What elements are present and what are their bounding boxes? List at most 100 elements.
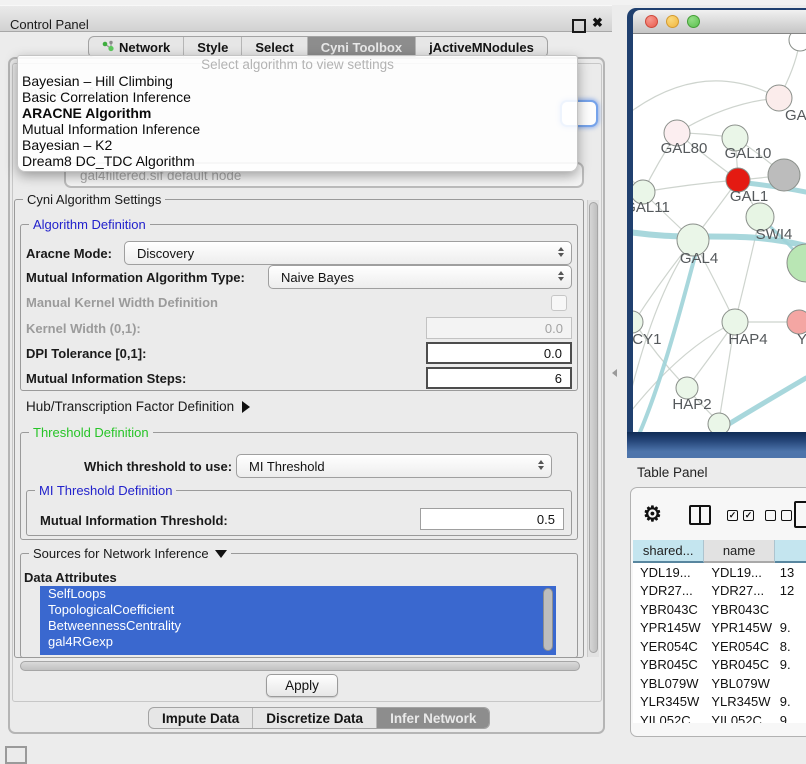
table-cell: 8. xyxy=(775,639,806,654)
table-row[interactable]: YDL19...YDL19...13 xyxy=(633,563,806,582)
checked-boxes-icon[interactable]: ✓✓ xyxy=(727,510,754,521)
tab-style[interactable]: Style xyxy=(184,37,242,57)
tab-jactivemnodules[interactable]: jActiveMNodules xyxy=(416,37,547,57)
table-row[interactable]: YDR27...YDR27...12 xyxy=(633,582,806,601)
network-window[interactable]: GALGAL80GAL10GAL1GAL11SWI4GAL4GCY1HAP4YH… xyxy=(627,8,806,432)
node-label-Y: Y xyxy=(797,331,806,348)
network-node[interactable] xyxy=(789,34,806,51)
table-cell: 9. xyxy=(775,694,806,709)
algorithm-option[interactable]: Mutual Information Inference xyxy=(18,121,577,137)
algorithm-option[interactable]: Bayesian – K2 xyxy=(18,137,577,153)
mi-threshold-label: Mutual Information Threshold: xyxy=(40,513,228,528)
attribute-item[interactable]: TopologicalCoefficient xyxy=(40,602,556,618)
table-cell: YDL19... xyxy=(704,565,774,580)
column-header-shared[interactable]: shared... xyxy=(633,540,704,563)
attr-list-scrollbar[interactable] xyxy=(543,588,553,651)
minimized-panel-icon[interactable] xyxy=(5,746,27,764)
network-node[interactable] xyxy=(768,159,800,191)
column-header-name[interactable]: name xyxy=(704,540,774,563)
node-label-GAL10: GAL10 xyxy=(725,145,772,162)
table-row[interactable]: YBR043CYBR043C xyxy=(633,600,806,619)
table-header-row: shared...name xyxy=(633,540,806,563)
mi-steps-field[interactable]: 6 xyxy=(426,367,572,389)
aracne-mode-label: Aracne Mode: xyxy=(26,246,112,261)
attribute-item[interactable]: gal4RGexp xyxy=(40,634,556,650)
mi-threshold-legend: MI Threshold Definition xyxy=(35,483,176,498)
table-cell: YPR145W xyxy=(704,620,774,635)
table-cell: YIL052C xyxy=(704,713,774,723)
attribute-item[interactable]: BetweennessCentrality xyxy=(40,618,556,634)
algorithm-definition-legend: Algorithm Definition xyxy=(29,217,150,232)
stepper-icon xyxy=(558,247,564,257)
data-attributes-list[interactable]: SelfLoopsTopologicalCoefficientBetweenne… xyxy=(40,586,556,655)
algorithm-option[interactable]: ARACNE Algorithm xyxy=(18,105,577,121)
which-threshold-value: MI Threshold xyxy=(249,459,325,474)
close-panel-icon[interactable]: ✖ xyxy=(592,15,603,31)
table-cell: 13 xyxy=(775,565,806,580)
stepper-icon xyxy=(538,460,544,470)
network-node[interactable] xyxy=(787,244,806,282)
column-header[interactable] xyxy=(775,540,806,563)
table-row[interactable]: YBR045CYBR045C9. xyxy=(633,656,806,675)
float-panel-icon[interactable] xyxy=(572,19,586,33)
hub-definition-toggle[interactable]: Hub/Transcription Factor Definition xyxy=(26,399,250,414)
table-cell: YDR27... xyxy=(704,583,774,598)
tab-impute-data[interactable]: Impute Data xyxy=(149,708,253,728)
manual-kernel-label: Manual Kernel Width Definition xyxy=(26,295,218,310)
document-icon[interactable] xyxy=(794,501,806,528)
tab-infer-network[interactable]: Infer Network xyxy=(377,708,489,728)
tab-network[interactable]: Network xyxy=(89,37,184,57)
split-view-icon[interactable] xyxy=(689,505,711,525)
table-row[interactable]: YPR145WYPR145W9. xyxy=(633,619,806,638)
gear-icon[interactable]: ⚙ xyxy=(643,502,662,527)
settings-horizontal-scrollbar[interactable] xyxy=(16,661,584,673)
attribute-item[interactable]: SelfLoops xyxy=(40,586,556,602)
network-node-GCY1[interactable] xyxy=(633,311,643,333)
table-cell: YDL19... xyxy=(633,565,704,580)
table-row[interactable]: YER054CYER054C8. xyxy=(633,637,806,656)
dpi-tolerance-field[interactable]: 0.0 xyxy=(426,342,572,364)
table-cell: 9. xyxy=(775,620,806,635)
table-cell: 9. xyxy=(775,657,806,672)
apply-button[interactable]: Apply xyxy=(266,674,338,697)
mi-type-combo[interactable]: Naive Bayes xyxy=(268,265,572,289)
table-panel-title: Table Panel xyxy=(637,465,708,480)
cyni-settings-legend: Cyni Algorithm Settings xyxy=(23,192,165,207)
tab-discretize-data[interactable]: Discretize Data xyxy=(253,708,377,728)
aracne-mode-value: Discovery xyxy=(137,246,194,261)
sources-legend-label: Sources for Network Inference xyxy=(33,546,209,561)
algorithm-option[interactable]: Bayesian – Hill Climbing xyxy=(18,73,577,89)
unchecked-boxes-icon[interactable] xyxy=(765,510,792,521)
network-edge[interactable] xyxy=(643,180,738,192)
network-window-titlebar[interactable] xyxy=(633,10,806,34)
stepper-icon xyxy=(558,271,564,281)
node-label-GAL11: GAL11 xyxy=(633,199,670,216)
table-cell: 12 xyxy=(775,583,806,598)
algorithm-option[interactable]: Dream8 DC_TDC Algorithm xyxy=(18,153,577,169)
minimize-traffic-light-icon[interactable] xyxy=(666,15,679,28)
threshold-definition-legend: Threshold Definition xyxy=(29,425,153,440)
table-cell: YLR345W xyxy=(704,694,774,709)
which-threshold-combo[interactable]: MI Threshold xyxy=(236,454,552,478)
table-cell: 9. xyxy=(775,713,806,723)
cyni-bottom-tabs: Impute DataDiscretize DataInfer Network xyxy=(148,707,490,729)
table-body: YDL19...YDL19...13YDR27...YDR27...12YBR0… xyxy=(633,563,806,723)
tab-cyni-toolbox[interactable]: Cyni Toolbox xyxy=(308,37,416,57)
network-canvas[interactable]: GALGAL80GAL10GAL1GAL11SWI4GAL4GCY1HAP4YH… xyxy=(633,34,806,432)
aracne-mode-combo[interactable]: Discovery xyxy=(124,241,572,265)
split-pane-handle[interactable] xyxy=(612,369,617,377)
zoom-traffic-light-icon[interactable] xyxy=(687,15,700,28)
sources-legend[interactable]: Sources for Network Inference xyxy=(29,546,231,561)
table-cell: YBL079W xyxy=(704,676,774,691)
table-row[interactable]: YLR345WYLR345W9. xyxy=(633,693,806,712)
expand-arrow-icon xyxy=(242,401,250,413)
network-node[interactable] xyxy=(708,413,730,432)
tab-select[interactable]: Select xyxy=(242,37,307,57)
close-traffic-light-icon[interactable] xyxy=(645,15,658,28)
settings-vertical-scrollbar[interactable] xyxy=(587,200,599,657)
mi-threshold-field[interactable]: 0.5 xyxy=(420,508,564,530)
table-cell: YBR043C xyxy=(633,602,704,617)
algorithm-option[interactable]: Basic Correlation Inference xyxy=(18,89,577,105)
table-row[interactable]: YBL079WYBL079W xyxy=(633,674,806,693)
table-row[interactable]: YIL052CYIL052C9. xyxy=(633,711,806,723)
